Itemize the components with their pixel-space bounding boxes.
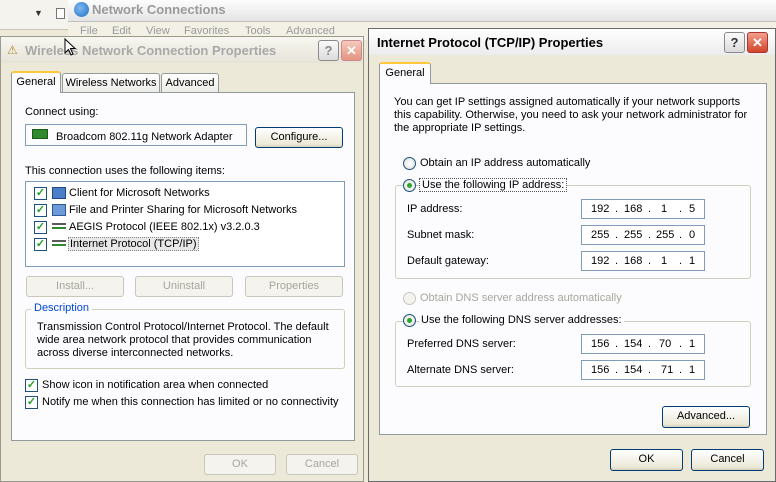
list-item[interactable]: ✓ Internet Protocol (TCP/IP) — [26, 236, 326, 253]
item-label: File and Printer Sharing for Microsoft N… — [69, 204, 298, 216]
ip-address-label: IP address: — [407, 203, 463, 215]
configure-button[interactable]: Configure... — [255, 127, 343, 148]
tcpip-dialog-title: Internet Protocol (TCP/IP) Properties — [377, 35, 604, 50]
help-button[interactable]: ? — [724, 32, 745, 53]
bg-window-title: Network Connections — [92, 2, 226, 17]
connect-using-label: Connect using: — [25, 106, 99, 118]
close-button[interactable]: ✕ — [341, 40, 362, 61]
tab-general[interactable]: General — [11, 71, 61, 93]
network-client-icon — [52, 187, 66, 199]
item-checkbox[interactable]: ✓ — [34, 187, 47, 200]
wireless-properties-dialog: ⚠ Wireless Network Connection Properties… — [0, 36, 364, 482]
list-item[interactable]: ✓ File and Printer Sharing for Microsoft… — [26, 202, 326, 219]
network-connections-icon — [74, 2, 89, 17]
adapter-card-icon — [32, 129, 48, 139]
page-icon — [56, 8, 65, 19]
uninstall-button[interactable]: Uninstall — [135, 276, 233, 297]
ok-button[interactable]: OK — [204, 454, 276, 475]
protocol-icon — [52, 223, 66, 229]
wireless-dialog-title: Wireless Network Connection Properties — [25, 43, 277, 58]
item-checkbox[interactable]: ✓ — [34, 221, 47, 234]
ip-address-field[interactable]: 192. 168. 1. 5 — [581, 199, 705, 219]
preferred-dns-label: Preferred DNS server: — [407, 338, 516, 350]
show-icon-checkbox[interactable]: ✓ — [25, 379, 38, 392]
use-following-dns-radio[interactable] — [403, 314, 416, 327]
description-title: Description — [31, 302, 93, 314]
adapter-name: Broadcom 802.11g Network Adapter — [56, 131, 233, 143]
dropdown-arrow-icon[interactable]: ▼ — [34, 8, 43, 18]
obtain-dns-auto-radio[interactable] — [403, 292, 416, 305]
protocol-icon — [52, 240, 66, 246]
use-following-ip-label: Use the following IP address: — [419, 178, 568, 192]
description-text: Transmission Control Protocol/Internet P… — [37, 321, 329, 359]
tab-general[interactable]: General — [379, 62, 431, 84]
components-list[interactable]: ✓ Client for Microsoft Networks ✓ File a… — [25, 181, 345, 267]
mouse-cursor-icon — [64, 38, 76, 56]
items-label: This connection uses the following items… — [25, 165, 225, 177]
cancel-button[interactable]: Cancel — [286, 454, 358, 475]
tab-wireless-networks[interactable]: Wireless Networks — [62, 73, 160, 93]
item-label: Client for Microsoft Networks — [69, 187, 210, 199]
use-following-ip-radio[interactable] — [403, 179, 416, 192]
obtain-ip-auto-label: Obtain an IP address automatically — [420, 157, 591, 169]
list-item[interactable]: ✓ AEGIS Protocol (IEEE 802.1x) v3.2.0.3 — [26, 219, 326, 236]
default-gateway-label: Default gateway: — [407, 255, 489, 267]
item-label: Internet Protocol (TCP/IP) — [68, 237, 199, 251]
tab-advanced[interactable]: Advanced — [161, 73, 219, 93]
notify-checkbox[interactable]: ✓ — [25, 396, 38, 409]
network-adapter-icon: ⚠ — [7, 43, 18, 57]
item-checkbox[interactable]: ✓ — [34, 204, 47, 217]
install-button[interactable]: Install... — [26, 276, 124, 297]
item-checkbox[interactable]: ✓ — [34, 238, 47, 251]
file-sharing-icon — [52, 204, 66, 216]
intro-text: You can get IP settings assigned automat… — [394, 96, 748, 134]
cancel-button[interactable]: Cancel — [691, 449, 764, 471]
help-button[interactable]: ? — [318, 40, 339, 61]
tcpip-properties-dialog: Internet Protocol (TCP/IP) Properties ? … — [368, 28, 776, 482]
obtain-dns-auto-label: Obtain DNS server address automatically — [420, 292, 622, 304]
alternate-dns-field[interactable]: 156. 154. 71. 1 — [581, 360, 705, 380]
notify-label: Notify me when this connection has limit… — [42, 396, 339, 408]
preferred-dns-field[interactable]: 156. 154. 70. 1 — [581, 334, 705, 354]
item-label: AEGIS Protocol (IEEE 802.1x) v3.2.0.3 — [69, 221, 260, 233]
close-button[interactable]: ✕ — [747, 32, 768, 53]
list-item[interactable]: ✓ Client for Microsoft Networks — [26, 185, 326, 202]
adapter-field: Broadcom 802.11g Network Adapter — [25, 124, 247, 146]
subnet-mask-label: Subnet mask: — [407, 229, 475, 241]
show-icon-label: Show icon in notification area when conn… — [42, 379, 269, 391]
tcpip-dialog-titlebar: Internet Protocol (TCP/IP) Properties ? … — [369, 29, 775, 55]
ok-button[interactable]: OK — [610, 449, 683, 471]
default-gateway-field[interactable]: 192. 168. 1. 1 — [581, 251, 705, 271]
obtain-ip-auto-radio[interactable] — [403, 157, 416, 170]
advanced-button[interactable]: Advanced... — [662, 406, 750, 428]
use-following-dns-label: Use the following DNS server addresses: — [419, 314, 624, 326]
wireless-dialog-titlebar: ⚠ Wireless Network Connection Properties… — [1, 37, 363, 63]
subnet-mask-field[interactable]: 255. 255. 255. 0 — [581, 225, 705, 245]
properties-button[interactable]: Properties — [245, 276, 343, 297]
alternate-dns-label: Alternate DNS server: — [407, 364, 514, 376]
